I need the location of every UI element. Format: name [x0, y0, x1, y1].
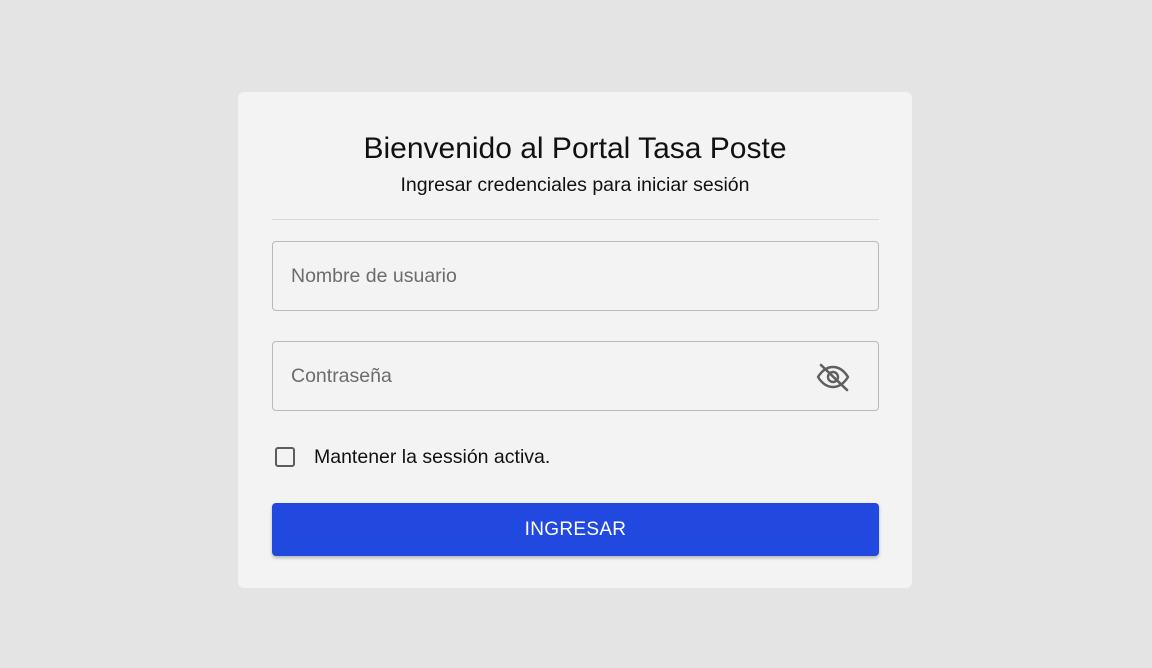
- password-input[interactable]: [291, 342, 791, 410]
- password-field[interactable]: [272, 341, 879, 411]
- remember-session[interactable]: Mantener la sessión activa.: [272, 442, 550, 472]
- login-title: Bienvenido al Portal Tasa Poste: [363, 132, 787, 165]
- remember-checkbox[interactable]: [275, 447, 295, 467]
- login-subtitle: Ingresar credenciales para iniciar sesió…: [400, 174, 750, 196]
- divider: [272, 219, 879, 220]
- remember-label: Mantener la sessión activa.: [314, 445, 551, 468]
- eye-off-icon[interactable]: [816, 362, 850, 392]
- username-field[interactable]: [272, 241, 879, 311]
- login-card: Bienvenido al Portal Tasa Poste Ingresar…: [238, 92, 912, 588]
- username-input[interactable]: [291, 242, 791, 310]
- login-button[interactable]: INGRESAR: [272, 503, 879, 556]
